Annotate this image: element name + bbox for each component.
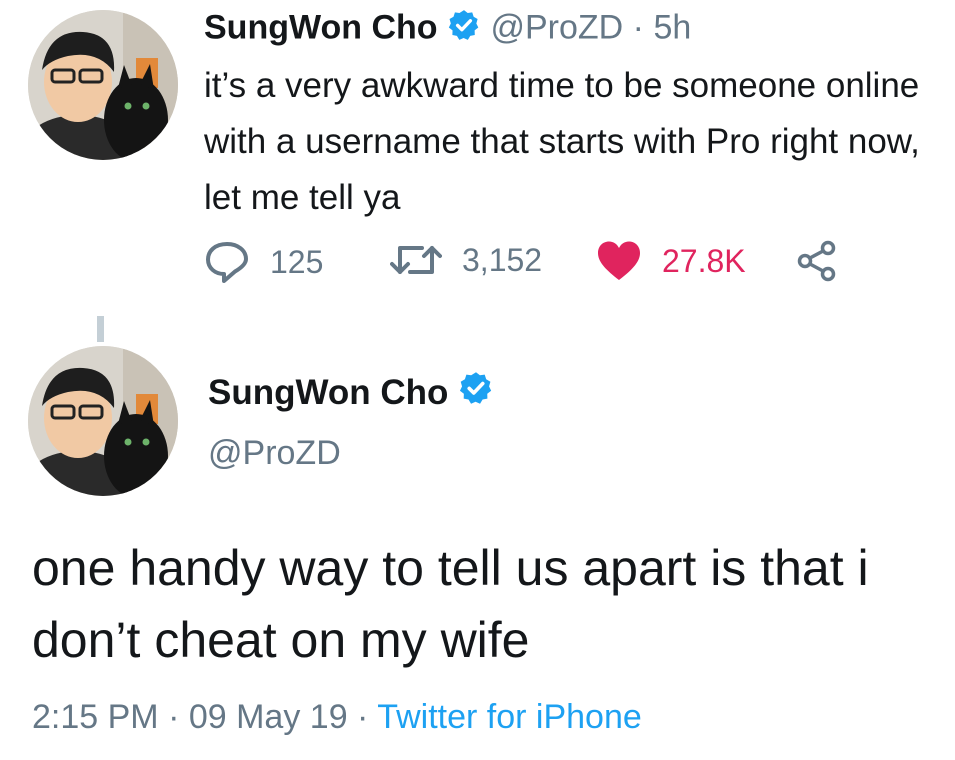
verified-badge-icon <box>458 370 494 415</box>
tweet-date[interactable]: 09 May 19 <box>189 698 348 736</box>
retweet-button[interactable]: 3,152 <box>390 240 542 280</box>
handle[interactable]: @ProZD <box>208 434 341 473</box>
tweet-text: one handy way to tell us apart is that i… <box>32 540 869 668</box>
share-button[interactable] <box>796 240 838 282</box>
avatar-photo <box>28 10 178 160</box>
like-count: 27.8K <box>662 242 746 279</box>
tweet-text: it’s a very awkward time to be someone o… <box>204 66 920 217</box>
handle[interactable]: @ProZD <box>490 8 623 46</box>
tweet-footer: 2:15 PM · 09 May 19 · Twitter for iPhone <box>32 698 642 737</box>
display-name[interactable]: SungWon Cho <box>208 373 448 413</box>
avatar-photo <box>28 346 178 496</box>
separator-dot: · <box>158 698 189 736</box>
retweet-icon <box>390 240 442 280</box>
tweet-time[interactable]: 2:15 PM <box>32 698 159 736</box>
source-link[interactable]: Twitter for iPhone <box>377 698 642 736</box>
reply-button[interactable]: 125 <box>204 240 323 284</box>
display-name[interactable]: SungWon Cho <box>204 8 438 46</box>
thread-connector <box>97 316 104 342</box>
verified-badge-icon <box>447 8 481 51</box>
reply-count: 125 <box>270 243 324 280</box>
avatar[interactable] <box>28 10 178 160</box>
timestamp[interactable]: 5h <box>653 8 691 46</box>
avatar[interactable] <box>28 346 178 496</box>
like-button[interactable]: 27.8K <box>596 240 746 282</box>
heart-icon <box>596 240 642 282</box>
reply-icon <box>204 240 250 284</box>
share-icon <box>796 240 838 282</box>
retweet-count: 3,152 <box>462 241 543 278</box>
separator-dot: · <box>347 698 378 736</box>
tweet1-header: SungWon Cho @ProZD · 5h <box>204 8 691 51</box>
separator-dot: · <box>632 8 644 47</box>
tweet2-header: SungWon Cho <box>208 370 494 415</box>
